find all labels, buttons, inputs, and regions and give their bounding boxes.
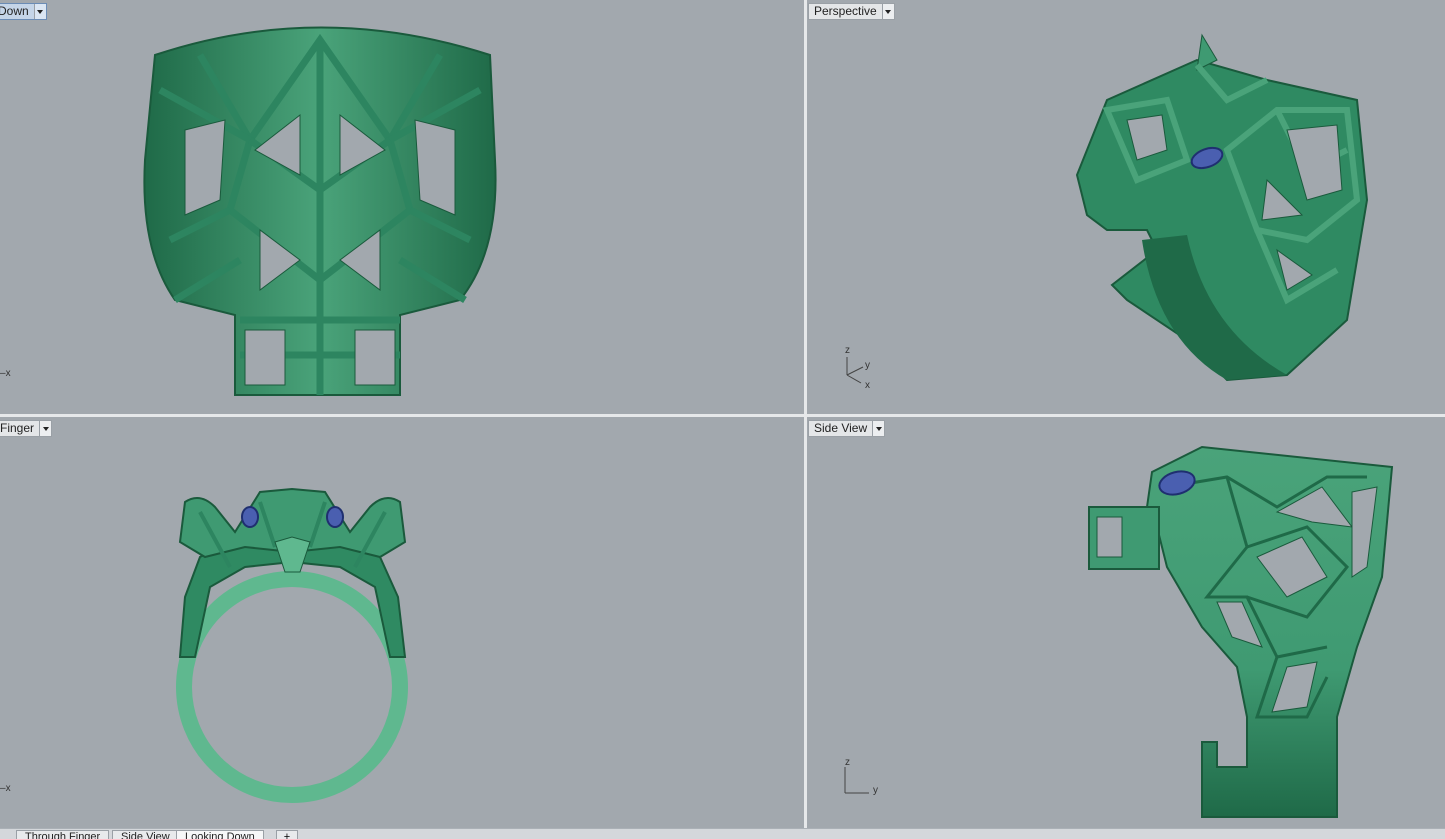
axis-triad-icon: –x xyxy=(0,783,11,794)
ring-model-top-view xyxy=(143,26,497,396)
axis-triad-icon: –x xyxy=(0,368,11,379)
axis-y-label: y xyxy=(873,785,878,796)
ring-model-finger-view xyxy=(176,487,408,803)
axis-x-label: x xyxy=(865,380,870,391)
ring-model-side-view xyxy=(1088,445,1394,818)
axis-y-label: y xyxy=(865,360,870,371)
ring-model-perspective xyxy=(1075,33,1369,382)
viewport-side-view[interactable]: Side View z y xyxy=(807,417,1445,828)
viewport-perspective[interactable]: Perspective z y x xyxy=(807,0,1445,414)
axis-z-label: z xyxy=(845,345,850,356)
viewport-finger[interactable]: Finger –x xyxy=(0,417,804,828)
viewport-splitter-horizontal[interactable] xyxy=(0,414,1445,417)
viewport-down[interactable]: Down –x xyxy=(0,0,804,414)
axis-x-label: x xyxy=(5,783,11,794)
axis-x-label: x xyxy=(5,368,11,379)
viewport-tab-bar: Through Finger Side View Looking Down + xyxy=(0,828,1445,839)
axis-z-label: z xyxy=(845,757,850,768)
